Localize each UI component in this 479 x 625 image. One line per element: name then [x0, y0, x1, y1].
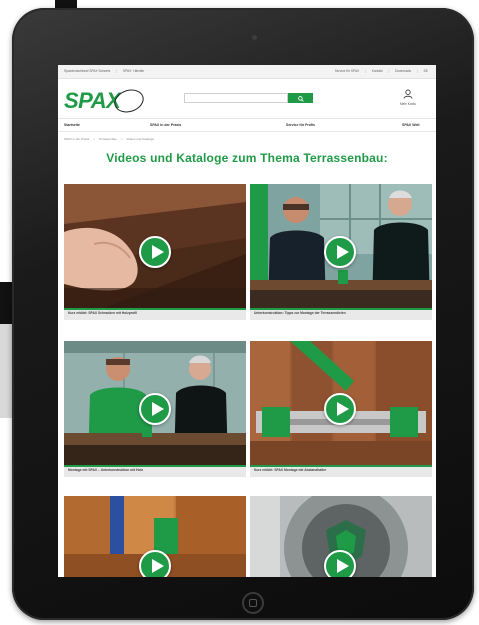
- play-button[interactable]: [324, 393, 356, 425]
- play-button[interactable]: [324, 236, 356, 268]
- util-separator: |: [365, 69, 366, 73]
- video-card[interactable]: [64, 496, 246, 577]
- nav-item-service[interactable]: Service für Profis: [286, 119, 315, 131]
- search-icon: [297, 96, 304, 102]
- video-thumbnail[interactable]: [250, 496, 432, 577]
- breadcrumb-item[interactable]: SPAX in der Praxis: [64, 137, 89, 141]
- account-label[interactable]: Mein Konto: [388, 102, 428, 106]
- background-block-left-grey: [0, 324, 12, 418]
- nav-item-startseite[interactable]: Startseite: [64, 119, 80, 131]
- search-button[interactable]: [288, 93, 313, 103]
- video-caption[interactable]: Kurz erklärt: SPAX Montage mit Abstandha…: [254, 468, 424, 472]
- video-card[interactable]: Montage mit SPAX – Unterkonstruktion mit…: [64, 341, 246, 477]
- video-card[interactable]: [250, 496, 432, 577]
- util-separator: |: [116, 69, 118, 73]
- nav-item-spax-welt[interactable]: SPAX Welt: [402, 119, 420, 131]
- nav-item-praxis[interactable]: SPAX in der Praxis: [150, 119, 181, 131]
- breadcrumb-item[interactable]: Terrassenbau: [99, 137, 117, 141]
- play-button[interactable]: [139, 550, 171, 577]
- user-icon[interactable]: [403, 89, 413, 99]
- breadcrumb-separator: >: [93, 137, 95, 141]
- util-link-dealer[interactable]: SPAX· Händler: [123, 69, 144, 73]
- video-caption-bar: Unterkonstruktion: Tipps zur Montage der…: [250, 308, 432, 320]
- util-separator: |: [388, 69, 390, 73]
- util-language-select[interactable]: DE: [424, 69, 428, 73]
- play-button[interactable]: [139, 236, 171, 268]
- utility-left: Spaxdeutschland SPAX Schweiz | SPAX· Hän…: [64, 65, 144, 78]
- video-caption-bar: Montage mit SPAX – Unterkonstruktion mit…: [64, 465, 246, 477]
- video-caption-bar: Kurz erklärt: SPAX Schrauben mit Holzpro…: [64, 308, 246, 320]
- video-caption[interactable]: Unterkonstruktion: Tipps zur Montage der…: [254, 311, 424, 315]
- spax-logo[interactable]: SPAX: [64, 85, 147, 117]
- video-thumbnail[interactable]: [64, 341, 246, 465]
- video-card[interactable]: Kurz erklärt: SPAX Schrauben mit Holzpro…: [64, 184, 246, 320]
- util-link-country[interactable]: Spaxdeutschland SPAX Schweiz: [64, 69, 110, 73]
- video-card[interactable]: Unterkonstruktion: Tipps zur Montage der…: [250, 184, 432, 320]
- video-thumbnail[interactable]: [250, 341, 432, 465]
- util-separator: |: [416, 69, 418, 73]
- video-card[interactable]: Kurz erklärt: SPAX Montage mit Abstandha…: [250, 341, 432, 477]
- play-button[interactable]: [324, 550, 356, 577]
- tablet-screen: Spaxdeutschland SPAX Schweiz | SPAX· Hän…: [58, 65, 436, 577]
- video-thumbnail[interactable]: [64, 184, 246, 308]
- page-title: Videos und Kataloge zum Thema Terrassenb…: [106, 151, 388, 165]
- play-button[interactable]: [139, 393, 171, 425]
- logo-text: SPAX: [64, 88, 121, 113]
- search-input[interactable]: [184, 93, 288, 103]
- breadcrumb-item: Videos und Kataloge: [126, 137, 154, 141]
- video-thumbnail[interactable]: [64, 496, 246, 577]
- util-link-service[interactable]: Service für SPAX: [335, 69, 359, 73]
- utility-right: Service für SPAX | Kontakt | Downloads |…: [335, 65, 428, 78]
- utility-bar: Spaxdeutschland SPAX Schweiz | SPAX· Hän…: [58, 65, 436, 79]
- video-caption-bar: Kurz erklärt: SPAX Montage mit Abstandha…: [250, 465, 432, 477]
- video-thumbnail[interactable]: [250, 184, 432, 308]
- camera-icon: [252, 35, 257, 40]
- breadcrumb: SPAX in der Praxis > Terrassenbau > Vide…: [64, 137, 154, 141]
- video-caption[interactable]: Montage mit SPAX – Unterkonstruktion mit…: [68, 468, 238, 472]
- home-button[interactable]: [242, 592, 264, 614]
- video-caption[interactable]: Kurz erklärt: SPAX Schrauben mit Holzpro…: [68, 311, 238, 315]
- util-link-downloads[interactable]: Downloads: [395, 69, 411, 73]
- main-navigation: Startseite SPAX in der Praxis Service fü…: [58, 118, 436, 132]
- breadcrumb-separator: >: [120, 137, 123, 141]
- util-link-contact[interactable]: Kontakt: [372, 69, 383, 73]
